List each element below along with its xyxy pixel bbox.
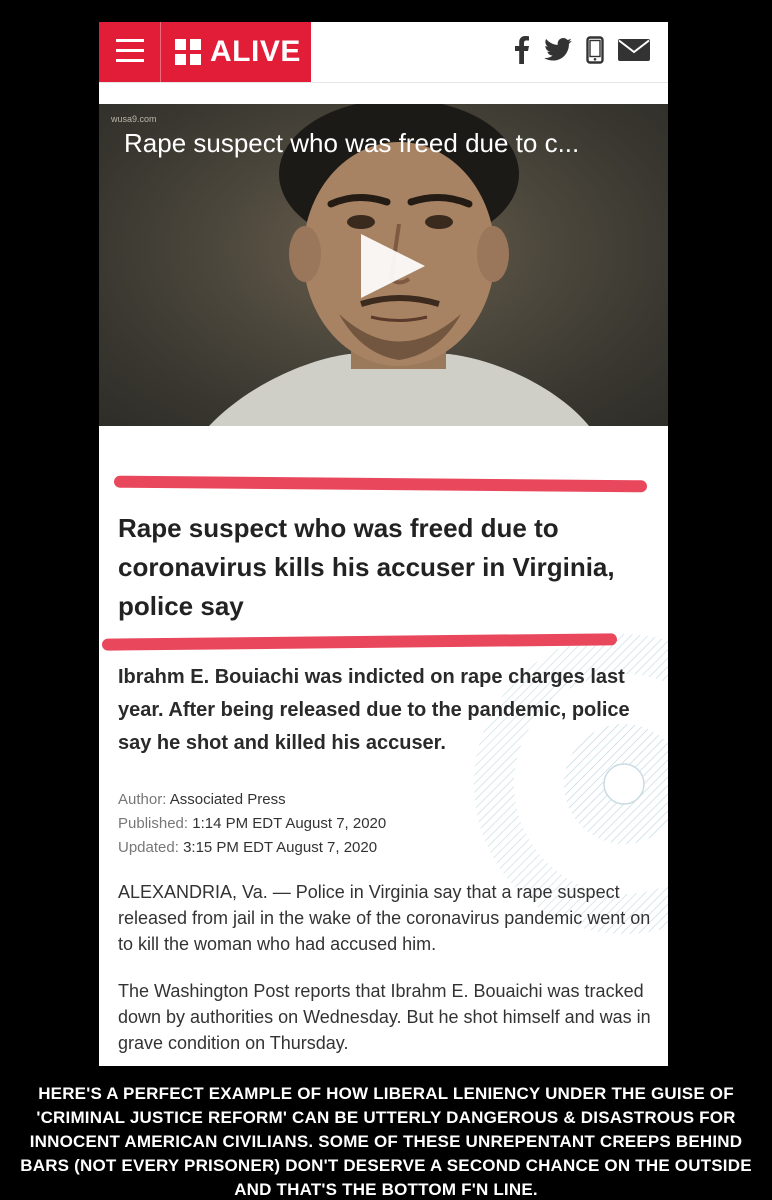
author-line: Author: Associated Press bbox=[118, 788, 386, 812]
mail-icon[interactable] bbox=[618, 38, 650, 66]
article-paragraph-2: The Washington Post reports that Ibrahm … bbox=[118, 981, 651, 1053]
updated-date: 3:15 PM EDT August 7, 2020 bbox=[183, 839, 378, 856]
article-paragraph-1: ALEXANDRIA, Va. — Police in Virginia say… bbox=[118, 882, 651, 954]
highlight-underline-top bbox=[113, 475, 648, 493]
updated-line: Updated: 3:15 PM EDT August 7, 2020 bbox=[118, 836, 386, 860]
video-source: wusa9.com bbox=[111, 114, 157, 124]
facebook-icon[interactable] bbox=[514, 35, 530, 69]
updated-label: Updated: bbox=[118, 839, 179, 856]
mobile-icon[interactable] bbox=[586, 35, 604, 69]
page: ALIVE wusa9.com Rape suspect who was fre… bbox=[0, 0, 772, 1200]
article-screenshot: ALIVE wusa9.com Rape suspect who was fre… bbox=[99, 22, 668, 1066]
logo-11-icon bbox=[173, 39, 203, 65]
hamburger-menu-icon[interactable] bbox=[116, 39, 144, 65]
published-line: Published: 1:14 PM EDT August 7, 2020 bbox=[118, 812, 386, 836]
published-label: Published: bbox=[118, 815, 189, 832]
video-player[interactable]: wusa9.com Rape suspect who was freed due… bbox=[99, 104, 668, 426]
article-headline: Rape suspect who was freed due to corona… bbox=[118, 513, 615, 621]
author-name[interactable]: Associated Press bbox=[170, 791, 286, 808]
author-label: Author: bbox=[118, 791, 167, 808]
brand-divider bbox=[160, 22, 161, 82]
twitter-icon[interactable] bbox=[544, 38, 572, 66]
play-icon[interactable] bbox=[361, 234, 425, 298]
article-summary: Ibrahm E. Bouiachi was indicted on rape … bbox=[118, 666, 630, 754]
site-header: ALIVE bbox=[99, 22, 668, 83]
brand-bar: ALIVE bbox=[99, 22, 311, 82]
logo-text: ALIVE bbox=[210, 35, 301, 68]
article-meta: Author: Associated Press Published: 1:14… bbox=[118, 788, 386, 860]
overlay-caption: HERE'S A PERFECT EXAMPLE OF HOW LIBERAL … bbox=[20, 1084, 752, 1199]
published-date: 1:14 PM EDT August 7, 2020 bbox=[192, 815, 387, 832]
site-logo[interactable]: ALIVE bbox=[173, 32, 301, 72]
video-title[interactable]: Rape suspect who was freed due to c... bbox=[124, 128, 579, 159]
social-links bbox=[514, 35, 650, 69]
